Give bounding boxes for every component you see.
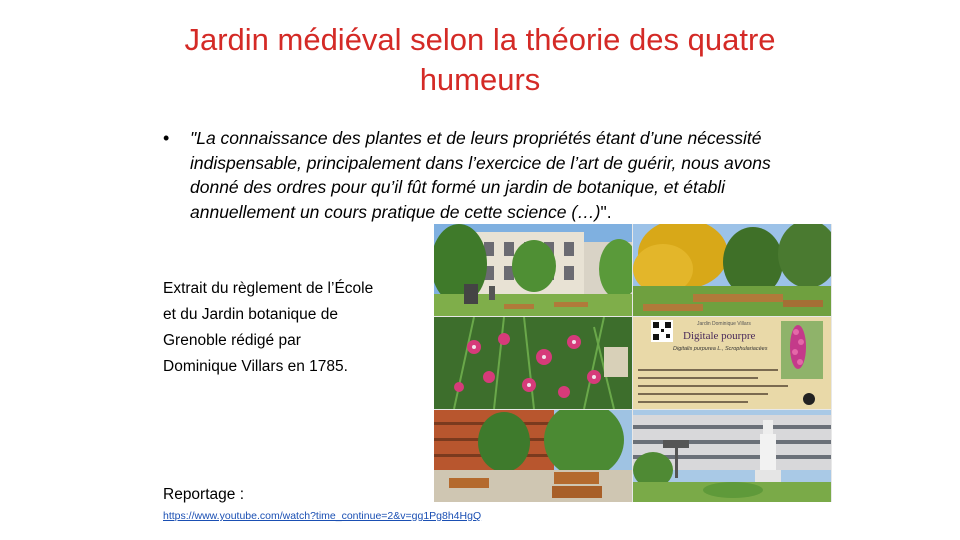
extract-line: Grenoble rédigé par	[163, 332, 301, 349]
sign-header: Jardin Dominique Villars	[697, 321, 751, 327]
extract-caption: Extrait du règlement de l’École et du Ja…	[163, 276, 433, 380]
photo-autumn-trees	[633, 224, 831, 316]
photo-modern-building	[434, 410, 632, 502]
reportage-label: Reportage :	[163, 486, 244, 503]
quote-italic: "La connaissance des plantes et de leurs…	[190, 128, 771, 222]
sign-plant-name: Digitale pourpre	[683, 330, 756, 342]
photo-statue-garden	[633, 410, 831, 502]
quote-text: "La connaissance des plantes et de leurs…	[190, 126, 813, 224]
reportage-link[interactable]: https://www.youtube.com/watch?time_conti…	[163, 510, 481, 522]
extract-line: et du Jardin botanique de	[163, 306, 338, 323]
photo-garden-building	[434, 224, 632, 316]
photo-pink-flowers	[434, 317, 632, 409]
quote-bullet: • "La connaissance des plantes et de leu…	[163, 126, 813, 224]
extract-line: Extrait du règlement de l’École	[163, 280, 374, 297]
sign-latin-name: Digitalis purpurea L., Scrophulariacées	[673, 346, 768, 352]
bullet-icon: •	[163, 128, 170, 148]
photo-plant-sign: Jardin Dominique Villars Digitale pourpr…	[633, 317, 831, 409]
extract-line: Dominique Villars en 1785.	[163, 358, 348, 375]
quote-tail: ".	[600, 201, 612, 222]
photo-collage: Jardin Dominique Villars Digitale pourpr…	[434, 224, 832, 502]
slide-title: Jardin médiéval selon la théorie des qua…	[184, 22, 776, 97]
